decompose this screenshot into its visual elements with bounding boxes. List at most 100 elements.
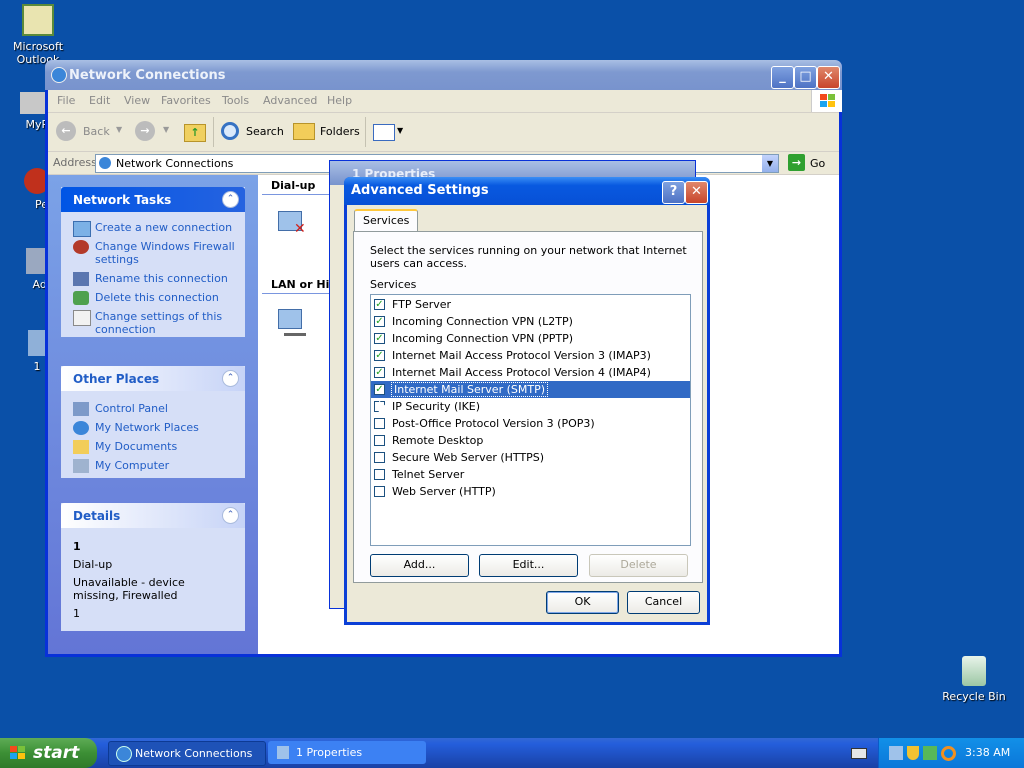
forward-button[interactable]: → ▼ [133, 119, 173, 145]
computer-icon [20, 92, 48, 114]
menu-edit[interactable]: Edit [89, 94, 110, 107]
collapse-chevron-icon[interactable]: ⌃ [222, 191, 239, 208]
search-button[interactable]: Search [219, 119, 285, 145]
task-rename-connection[interactable]: Rename this connection [61, 269, 245, 288]
service-row[interactable]: Telnet Server [371, 466, 690, 483]
task-change-settings[interactable]: Change settings of this connection [61, 307, 245, 339]
menu-favorites[interactable]: Favorites [161, 94, 211, 107]
edit-button[interactable]: Edit... [479, 554, 578, 577]
service-row[interactable]: Secure Web Server (HTTPS) [371, 449, 690, 466]
go-button[interactable]: → Go [786, 154, 836, 172]
cancel-button[interactable]: Cancel [627, 591, 700, 614]
dialup-connection-icon[interactable]: ✕ [274, 207, 314, 247]
network-tray-icon[interactable] [889, 746, 903, 760]
advanced-titlebar[interactable]: Advanced Settings ? ✕ [344, 177, 710, 205]
ok-button[interactable]: OK [546, 591, 619, 614]
service-row[interactable]: ✓ Incoming Connection VPN (L2TP) [371, 313, 690, 330]
desktop-icon-recycle-bin[interactable]: Recycle Bin [936, 656, 1012, 703]
security-shield-icon[interactable] [907, 746, 919, 760]
task-label: Rename this connection [95, 272, 228, 285]
checkbox-unchecked[interactable] [374, 452, 385, 463]
checkbox-checked[interactable]: ✓ [374, 367, 385, 378]
menu-help[interactable]: Help [327, 94, 352, 107]
service-row[interactable]: ✓ Internet Mail Access Protocol Version 4… [371, 364, 690, 381]
tab-services[interactable]: Services [354, 209, 419, 233]
maximize-button[interactable]: □ [794, 66, 817, 89]
checkbox-unchecked[interactable] [374, 435, 385, 446]
back-button[interactable]: ← Back ▼ [54, 119, 124, 145]
connection-tray-icon[interactable] [923, 746, 937, 760]
lan-connection-icon[interactable] [274, 305, 314, 347]
address-dropdown-button[interactable]: ▼ [762, 155, 778, 172]
delete-button: Delete [589, 554, 688, 577]
checkbox-checked[interactable]: ✓ [374, 316, 385, 327]
place-control-panel[interactable]: Control Panel [61, 399, 245, 418]
services-list[interactable]: ✓ FTP Server ✓ Incoming Connection VPN (L2T… [370, 294, 691, 546]
network-tasks-header[interactable]: Network Tasks ⌃ [61, 187, 245, 212]
place-my-documents[interactable]: My Documents [61, 437, 245, 456]
service-row[interactable]: ✓ Internet Mail Server (SMTP) [371, 381, 690, 398]
service-label: Internet Mail Access Protocol Version 3 … [392, 349, 651, 362]
task-properties[interactable]: 1 Properties [268, 741, 426, 764]
folders-button[interactable]: Folders [291, 119, 361, 145]
keyboard-icon[interactable] [851, 748, 867, 759]
network-icon [51, 67, 67, 83]
checkbox-unchecked[interactable] [374, 469, 385, 480]
help-button[interactable]: ? [662, 181, 685, 204]
views-button[interactable]: ▼ [371, 121, 405, 143]
menu-advanced[interactable]: Advanced [263, 94, 317, 107]
checkbox-checked[interactable]: ✓ [374, 333, 385, 344]
checkbox-unchecked[interactable] [374, 418, 385, 429]
task-create-connection[interactable]: Create a new connection [61, 218, 245, 237]
menu-file[interactable]: File [57, 94, 75, 107]
chevron-down-icon: ▼ [397, 126, 404, 135]
service-row[interactable]: IP Security (IKE) [371, 398, 690, 415]
network-tasks-panel: Network Tasks ⌃ Create a new connection … [61, 187, 245, 337]
forward-arrow-icon: → [135, 121, 155, 141]
window-titlebar[interactable]: Network Connections _ □ ✕ [45, 60, 842, 90]
firewall-icon [73, 240, 89, 254]
details-name: 1 [73, 540, 81, 553]
window-title: Network Connections [69, 68, 226, 83]
service-row[interactable]: ✓ FTP Server [371, 296, 690, 313]
task-delete-connection[interactable]: Delete this connection [61, 288, 245, 307]
search-tray-icon[interactable] [941, 746, 956, 761]
details-title: Details [73, 509, 121, 523]
up-folder-button[interactable]: ↑ [184, 121, 208, 143]
service-label: Incoming Connection VPN (L2TP) [392, 315, 573, 328]
network-tasks-title: Network Tasks [73, 193, 172, 207]
place-my-network-places[interactable]: My Network Places [61, 418, 245, 437]
lan-section-header: LAN or Hig [271, 278, 338, 291]
close-button[interactable]: ✕ [685, 181, 708, 204]
details-header[interactable]: Details ⌃ [61, 503, 245, 528]
collapse-chevron-icon[interactable]: ⌃ [222, 507, 239, 524]
desktop-icon-outlook[interactable]: Microsoft Outlook [0, 4, 76, 66]
add-button[interactable]: Add... [370, 554, 469, 577]
minimize-button[interactable]: _ [771, 66, 794, 89]
task-network-connections[interactable]: Network Connections [108, 741, 266, 766]
task-pane: Network Tasks ⌃ Create a new connection … [48, 175, 258, 654]
chevron-down-icon: ▼ [163, 125, 170, 134]
task-change-firewall[interactable]: Change Windows Firewall settings [61, 237, 245, 269]
checkbox-checked[interactable]: ✓ [374, 350, 385, 361]
checkbox-unchecked[interactable] [374, 486, 385, 497]
close-button[interactable]: ✕ [817, 66, 840, 89]
clock[interactable]: 3:38 AM [965, 746, 1010, 759]
checkbox-checked[interactable]: ✓ [374, 384, 385, 395]
checkbox-checked[interactable]: ✓ [374, 299, 385, 310]
place-my-computer[interactable]: My Computer [61, 456, 245, 475]
toolbar-separator [213, 117, 214, 147]
service-row[interactable]: Web Server (HTTP) [371, 483, 690, 500]
service-row[interactable]: ✓ Internet Mail Access Protocol Version 3… [371, 347, 690, 364]
collapse-chevron-icon[interactable]: ⌃ [222, 370, 239, 387]
service-row[interactable]: Post-Office Protocol Version 3 (POP3) [371, 415, 690, 432]
other-places-header[interactable]: Other Places ⌃ [61, 366, 245, 391]
chevron-down-icon: ▼ [116, 125, 123, 134]
services-description: Select the services running on your netw… [370, 244, 687, 270]
service-row[interactable]: Remote Desktop [371, 432, 690, 449]
start-button[interactable]: start [0, 738, 97, 768]
service-row[interactable]: ✓ Incoming Connection VPN (PPTP) [371, 330, 690, 347]
menu-tools[interactable]: Tools [222, 94, 249, 107]
menu-view[interactable]: View [124, 94, 150, 107]
address-value: Network Connections [116, 157, 234, 170]
